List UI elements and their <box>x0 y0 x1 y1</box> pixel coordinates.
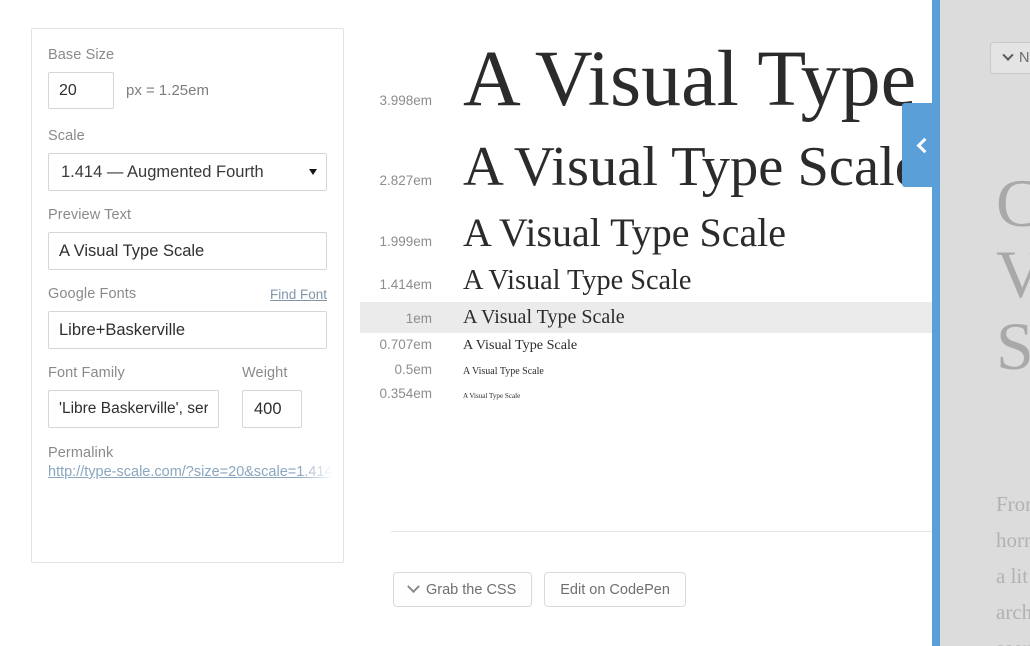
right-panel-body-line: a lit <box>996 558 1030 594</box>
sample-row: 2.827emA Visual Type Scale <box>360 130 932 205</box>
sample-size-label: 1.999em <box>360 234 432 249</box>
scale-select[interactable] <box>48 153 327 191</box>
sample-row: 1emA Visual Type Scale <box>360 302 932 334</box>
grab-css-button[interactable]: Grab the CSS <box>393 572 532 607</box>
divider-rule <box>391 531 932 532</box>
right-panel-body-text: Fronhorna litarchseer <box>996 486 1030 646</box>
settings-sidebar: Base Size px = 1.25em Scale Preview Text… <box>31 28 344 563</box>
sample-size-label: 1em <box>360 311 432 326</box>
sample-row: 1.414emA Visual Type Scale <box>360 260 932 301</box>
preview-text-label: Preview Text <box>48 207 327 223</box>
panel-divider <box>932 0 940 646</box>
sample-list: 3.998emA Visual Type Scale2.827emA Visua… <box>360 28 932 405</box>
sample-size-label: 0.707em <box>360 337 432 352</box>
permalink-link[interactable]: http://type-scale.com/?size=20&scale=1.4… <box>48 464 333 480</box>
sample-row: 0.707emA Visual Type Scale <box>360 333 932 358</box>
right-panel-dropdown-button[interactable]: N <box>990 42 1030 74</box>
base-size-input[interactable] <box>48 72 114 109</box>
preview-text-input[interactable] <box>48 232 327 270</box>
scale-label: Scale <box>48 128 327 144</box>
sample-preview-text: A Visual Type Scale <box>432 32 932 126</box>
right-panel-heading: C <box>996 168 1030 239</box>
right-panel-body-line: arch <box>996 594 1030 630</box>
preview-text-group: Preview Text <box>48 207 327 270</box>
right-side-panel: N CVS Fronhorna litarchseer <box>940 0 1030 646</box>
right-panel-headings: CVS <box>996 168 1030 382</box>
action-bar: Grab the CSS Edit on CodePen <box>393 572 686 607</box>
font-family-weight-group: Font Family Weight <box>48 365 327 428</box>
edit-codepen-label: Edit on CodePen <box>560 582 670 598</box>
right-panel-body-line: horn <box>996 522 1030 558</box>
edit-on-codepen-button[interactable]: Edit on CodePen <box>544 572 686 607</box>
type-scale-app: Base Size px = 1.25em Scale Preview Text… <box>0 0 1030 646</box>
sample-row: 3.998emA Visual Type Scale <box>360 28 932 130</box>
collapse-panel-handle[interactable] <box>902 103 940 187</box>
font-family-label: Font Family <box>48 365 219 381</box>
base-size-suffix: px = 1.25em <box>126 82 209 99</box>
scale-select-wrapper[interactable] <box>48 153 327 191</box>
sample-preview-text: A Visual Type Scale <box>432 366 544 378</box>
scale-group: Scale <box>48 128 327 191</box>
sample-preview-text: A Visual Type Scale <box>432 134 920 201</box>
type-scale-preview: 3.998emA Visual Type Scale2.827emA Visua… <box>360 0 932 646</box>
sample-row: 1.999emA Visual Type Scale <box>360 205 932 260</box>
chevron-left-icon <box>916 137 932 153</box>
sample-preview-text: A Visual Type Scale <box>432 392 520 400</box>
right-panel-body-line: seer <box>996 630 1030 646</box>
grab-css-label: Grab the CSS <box>426 582 516 598</box>
weight-label: Weight <box>242 365 302 381</box>
permalink-label: Permalink <box>48 445 327 461</box>
base-size-label: Base Size <box>48 47 327 63</box>
google-fonts-input[interactable] <box>48 311 327 349</box>
base-size-group: Base Size px = 1.25em <box>48 47 327 109</box>
sample-row: 0.5emA Visual Type Scale <box>360 358 932 382</box>
sample-size-label: 0.5em <box>360 362 432 377</box>
chevron-down-icon <box>1002 50 1013 61</box>
sample-size-label: 1.414em <box>360 277 432 292</box>
find-font-link[interactable]: Find Font <box>270 287 327 302</box>
weight-input[interactable] <box>242 390 302 428</box>
sample-preview-text: A Visual Type Scale <box>432 337 577 354</box>
right-panel-heading: S <box>996 311 1030 382</box>
font-family-input[interactable] <box>48 390 219 428</box>
sample-size-label: 2.827em <box>360 173 432 188</box>
sample-size-label: 0.354em <box>360 386 432 401</box>
sample-preview-text: A Visual Type Scale <box>432 264 691 297</box>
google-fonts-label: Google Fonts <box>48 286 136 302</box>
sample-size-label: 3.998em <box>360 93 432 108</box>
sample-row: 0.354emA Visual Type Scale <box>360 382 932 405</box>
chevron-down-icon <box>407 580 420 593</box>
sample-preview-text: A Visual Type Scale <box>432 306 625 330</box>
sample-preview-text: A Visual Type Scale <box>432 209 786 256</box>
right-panel-body-line: Fron <box>996 486 1030 522</box>
right-panel-dropdown-label: N <box>1019 50 1029 66</box>
google-fonts-group: Google Fonts Find Font <box>48 286 327 349</box>
right-panel-heading: V <box>996 239 1030 310</box>
permalink-group: Permalink http://type-scale.com/?size=20… <box>48 445 327 480</box>
